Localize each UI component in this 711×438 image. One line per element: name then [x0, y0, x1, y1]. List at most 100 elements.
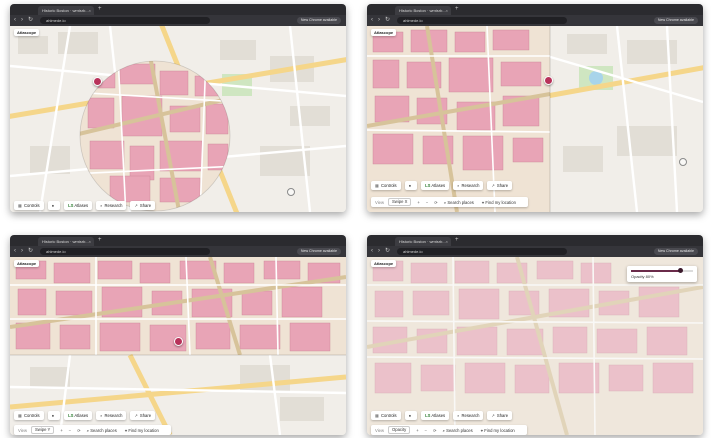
new-tab-icon[interactable]: + — [98, 236, 102, 245]
share-icon: ↗ — [134, 413, 138, 418]
chrome-update-button[interactable]: New Chrome available — [296, 17, 341, 24]
share-button[interactable]: ↗ Share — [487, 181, 513, 190]
atlases-button[interactable]: LS Atlases — [64, 201, 93, 210]
view-mode-select[interactable]: Opacity — [388, 426, 411, 434]
forward-icon[interactable]: › — [378, 247, 380, 256]
app-logo[interactable]: Atlascope — [371, 260, 397, 267]
zoom-in-icon[interactable]: + — [417, 200, 419, 205]
search-places-link[interactable]: ⌕ Search places — [443, 428, 473, 433]
chrome-update-button[interactable]: New Chrome available — [653, 248, 698, 255]
new-tab-icon[interactable]: + — [455, 236, 459, 245]
find-location-link[interactable]: ⌖ Find my location — [481, 428, 515, 433]
view-mode-select[interactable]: Swipe X — [388, 198, 412, 206]
browser-chrome: Historic Boston · wmtsrb... × + ‹ › ↻ ahl… — [10, 4, 346, 31]
map-svg[interactable] — [10, 257, 346, 435]
browser-tab[interactable]: Historic Boston · wmtsrb... × — [38, 237, 94, 246]
controls-button[interactable]: ▦ Controls — [14, 411, 44, 420]
back-icon[interactable]: ‹ — [14, 247, 16, 256]
map-toolbar: ▦ Controls ● LS Atlases ⌕ Research ↗ Share — [371, 181, 516, 190]
research-button[interactable]: ⌕ Research — [453, 181, 484, 190]
share-icon: ↗ — [134, 203, 138, 208]
app-logo[interactable]: Atlascope — [371, 29, 397, 36]
share-button[interactable]: ↗ Share — [487, 411, 513, 420]
map-canvas[interactable]: Atlascope ▦ Controls ● LS Atlases ⌕ Resear… — [10, 26, 346, 212]
locate-control[interactable] — [679, 158, 687, 166]
rotate-icon[interactable]: ⟳ — [434, 200, 438, 205]
close-tab-icon[interactable]: × — [446, 237, 448, 246]
atlases-button[interactable]: LS Atlases — [421, 411, 450, 420]
location-marker[interactable] — [93, 77, 102, 86]
map-canvas[interactable]: Atlascope ▦ Controls ● LS Atlases ⌕ Resear… — [10, 257, 346, 435]
location-marker[interactable] — [174, 337, 183, 346]
rotate-icon[interactable]: ⟳ — [77, 428, 81, 433]
find-location-link[interactable]: ⌖ Find my location — [482, 200, 516, 205]
search-icon: ⌕ — [442, 427, 445, 433]
reload-icon[interactable]: ↻ — [28, 16, 33, 25]
browser-chrome: Historic Boston · wmtsrb... × + ‹ › ↻ ahl… — [367, 4, 703, 31]
search-places-link[interactable]: ⌕ Search places — [87, 428, 117, 433]
app-logo[interactable]: Atlascope — [14, 260, 40, 267]
map-toolbar: ▦ Controls ● LS Atlases ⌕ Research ↗ Share — [14, 201, 159, 210]
controls-button[interactable]: ▦ Controls — [371, 181, 401, 190]
dot-button[interactable]: ● — [47, 201, 61, 210]
dot-button[interactable]: ● — [47, 411, 61, 420]
controls-button[interactable]: ▦ Controls — [371, 411, 401, 420]
opacity-label: Opacity 80% — [631, 274, 654, 279]
back-icon[interactable]: ‹ — [371, 247, 373, 256]
research-button[interactable]: ⌕ Research — [96, 411, 127, 420]
map-canvas[interactable]: Atlascope Opacity 80% ▦ Controls ● LS Atl… — [367, 257, 703, 435]
location-marker[interactable] — [544, 76, 553, 85]
chrome-update-button[interactable]: New Chrome available — [653, 17, 698, 24]
zoom-out-icon[interactable]: − — [426, 200, 428, 205]
zoom-in-icon[interactable]: + — [60, 428, 62, 433]
forward-icon[interactable]: › — [21, 16, 23, 25]
atlases-button[interactable]: LS Atlases — [64, 411, 93, 420]
research-button[interactable]: ⌕ Research — [96, 201, 127, 210]
address-bar[interactable]: ahlmede.io — [397, 17, 567, 24]
new-tab-icon[interactable]: + — [455, 5, 459, 14]
find-location-link[interactable]: ⌖ Find my location — [125, 428, 159, 433]
browser-window-swipe-x: Historic Boston · wmtsrb... × + ‹ › ↻ ahl… — [367, 4, 703, 212]
search-places-link[interactable]: ⌕ Search places — [444, 200, 474, 205]
zoom-out-icon[interactable]: − — [69, 428, 71, 433]
dot-icon: ● — [408, 183, 412, 188]
share-button[interactable]: ↗ Share — [130, 201, 156, 210]
browser-tab[interactable]: Historic Boston · wmtsrb... × — [38, 6, 94, 15]
research-button[interactable]: ⌕ Research — [453, 411, 484, 420]
opacity-slider[interactable] — [631, 268, 693, 273]
zoom-out-icon[interactable]: − — [425, 428, 427, 433]
map-svg[interactable] — [10, 26, 346, 212]
share-button[interactable]: ↗ Share — [130, 411, 156, 420]
back-icon[interactable]: ‹ — [371, 16, 373, 25]
reload-icon[interactable]: ↻ — [28, 247, 33, 256]
back-icon[interactable]: ‹ — [14, 16, 16, 25]
search-icon: ⌕ — [100, 203, 103, 208]
atlases-button[interactable]: LS Atlases — [421, 181, 450, 190]
close-tab-icon[interactable]: × — [89, 6, 91, 15]
opacity-slider-knob[interactable] — [678, 268, 684, 273]
search-icon: ⌕ — [457, 413, 460, 418]
chrome-update-button[interactable]: New Chrome available — [296, 248, 341, 255]
app-logo[interactable]: Atlascope — [14, 29, 40, 36]
close-tab-icon[interactable]: × — [446, 6, 448, 15]
rotate-icon[interactable]: ⟳ — [433, 428, 437, 433]
browser-tab[interactable]: Historic Boston · wmtsrb... × — [395, 6, 451, 15]
address-bar[interactable]: ahlmede.io — [40, 248, 210, 255]
address-bar[interactable]: ahlmede.io — [397, 248, 567, 255]
reload-icon[interactable]: ↻ — [385, 16, 390, 25]
forward-icon[interactable]: › — [378, 16, 380, 25]
map-canvas[interactable]: Atlascope ▦ Controls ● LS Atlases ⌕ Resear… — [367, 26, 703, 212]
lens-handle[interactable] — [287, 188, 295, 196]
map-svg[interactable] — [367, 257, 703, 435]
dot-button[interactable]: ● — [404, 411, 418, 420]
address-bar[interactable]: ahlmede.io — [40, 17, 210, 24]
controls-button[interactable]: ▦ Controls — [14, 201, 44, 210]
close-tab-icon[interactable]: × — [89, 237, 91, 246]
dot-button[interactable]: ● — [404, 181, 418, 190]
zoom-in-icon[interactable]: + — [416, 428, 418, 433]
view-mode-select[interactable]: Swipe Y — [31, 426, 55, 434]
forward-icon[interactable]: › — [21, 247, 23, 256]
new-tab-icon[interactable]: + — [98, 5, 102, 14]
reload-icon[interactable]: ↻ — [385, 247, 390, 256]
browser-tab[interactable]: Historic Boston · wmtsrb... × — [395, 237, 451, 246]
